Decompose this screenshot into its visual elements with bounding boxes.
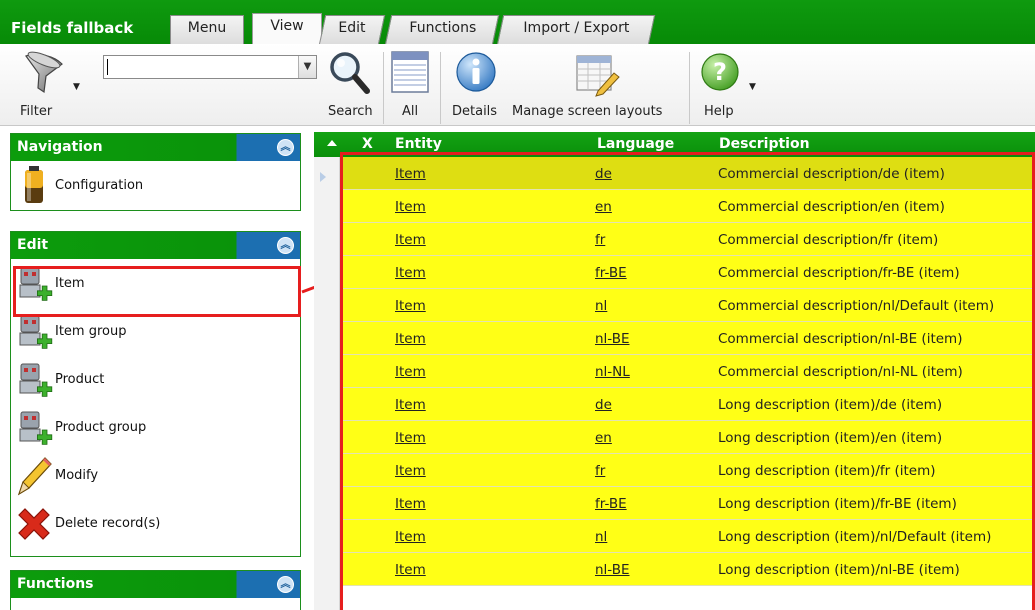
tab-menu-label: Menu — [187, 20, 227, 36]
help-dropdown-arrow[interactable]: ▼ — [749, 82, 756, 92]
robot-add-icon — [15, 358, 53, 400]
panel-header: Functions ︽ — [11, 571, 300, 598]
row-selector-column[interactable] — [314, 157, 340, 610]
column-language[interactable]: Language — [597, 136, 674, 152]
sidebar-item-label: Product group — [55, 419, 147, 435]
search-label: Search — [328, 104, 373, 119]
details-button[interactable] — [455, 51, 499, 99]
tab-functions-label: Functions — [409, 20, 476, 36]
ribbon-separator — [383, 52, 384, 124]
sidebar-item-product[interactable]: Product — [11, 355, 300, 403]
search-button[interactable] — [327, 50, 377, 100]
sidebar-item-configuration[interactable]: Configuration — [11, 161, 300, 209]
ribbon-toolbar: ▼ Filter ▼ Search All Details Manage scr… — [0, 44, 1035, 126]
sidebar-item-modify[interactable]: Modify — [11, 451, 300, 499]
panel-header: Navigation ︽ — [11, 134, 300, 161]
delete-x-icon — [15, 502, 53, 544]
functions-panel: Functions ︽ — [10, 570, 301, 610]
app-header: Fields fallback Menu View Edit Functions… — [0, 0, 1035, 45]
collapse-icon[interactable]: ︽ — [277, 237, 294, 254]
filter-combobox[interactable]: ▼ — [103, 55, 317, 79]
column-entity[interactable]: Entity — [395, 136, 442, 152]
all-button[interactable] — [390, 50, 430, 100]
collapse-icon[interactable]: ︽ — [277, 139, 294, 156]
sidebar-item-label: Product — [55, 371, 105, 387]
navigation-panel: Navigation ︽ Configuration — [10, 133, 301, 211]
tab-import-export[interactable]: Import / Export — [496, 15, 656, 45]
panel-title: Navigation — [17, 139, 103, 155]
sidebar-item-product-group[interactable]: Product group — [11, 403, 300, 451]
panel-header: Edit ︽ — [11, 232, 300, 259]
sidebar-item-delete-records[interactable]: Delete record(s) — [11, 499, 300, 547]
details-label: Details — [452, 104, 498, 119]
column-x[interactable]: X — [362, 136, 373, 152]
item-highlight-box — [13, 266, 301, 317]
app-title: Fields fallback — [11, 19, 134, 37]
tab-view-label: View — [270, 18, 304, 34]
pencil-icon — [15, 454, 53, 496]
sidebar-item-label: Item group — [55, 323, 127, 339]
chevron-down-icon[interactable]: ▼ — [298, 56, 316, 78]
tab-menu[interactable]: Menu — [170, 15, 244, 45]
help-icon: ? — [701, 53, 739, 91]
text-caret — [107, 59, 108, 75]
manage-layouts-button[interactable] — [574, 53, 624, 101]
panel-title: Edit — [17, 237, 49, 253]
collapse-icon[interactable]: ︽ — [277, 576, 294, 593]
battery-icon — [15, 164, 53, 206]
sidebar-item-label: Delete record(s) — [55, 515, 161, 531]
tab-edit[interactable]: Edit — [318, 15, 386, 45]
help-button[interactable]: ? — [700, 52, 744, 98]
sidebar: Navigation ︽ Configuration Edit ︽ Item I… — [0, 126, 308, 610]
svg-text:?: ? — [713, 58, 727, 86]
info-icon — [456, 52, 496, 92]
grid-list-icon — [391, 51, 429, 93]
tab-import-export-label: Import / Export — [523, 20, 630, 36]
filter-dropdown-arrow[interactable]: ▼ — [73, 82, 80, 92]
layout-edit-icon — [576, 55, 620, 97]
funnel-icon — [25, 51, 63, 94]
column-description[interactable]: Description — [719, 136, 810, 152]
tab-functions[interactable]: Functions — [384, 15, 500, 45]
sidebar-item-label: Modify — [55, 467, 99, 483]
all-label: All — [402, 104, 419, 119]
grid-highlight-box — [340, 152, 1035, 610]
manage-layouts-label: Manage screen layouts — [512, 104, 663, 119]
sidebar-item-label: Configuration — [55, 177, 144, 193]
ribbon-separator — [440, 52, 441, 124]
robot-add-icon — [15, 406, 53, 448]
current-row-pointer-icon — [320, 172, 326, 182]
ribbon-separator — [689, 52, 690, 124]
help-label: Help — [704, 104, 734, 119]
sort-ascending-icon[interactable] — [327, 140, 337, 146]
filter-label: Filter — [20, 104, 53, 119]
panel-title: Functions — [17, 576, 94, 592]
tab-view[interactable]: View — [252, 13, 322, 45]
tab-edit-label: Edit — [338, 20, 366, 36]
magnifier-icon — [330, 52, 370, 94]
